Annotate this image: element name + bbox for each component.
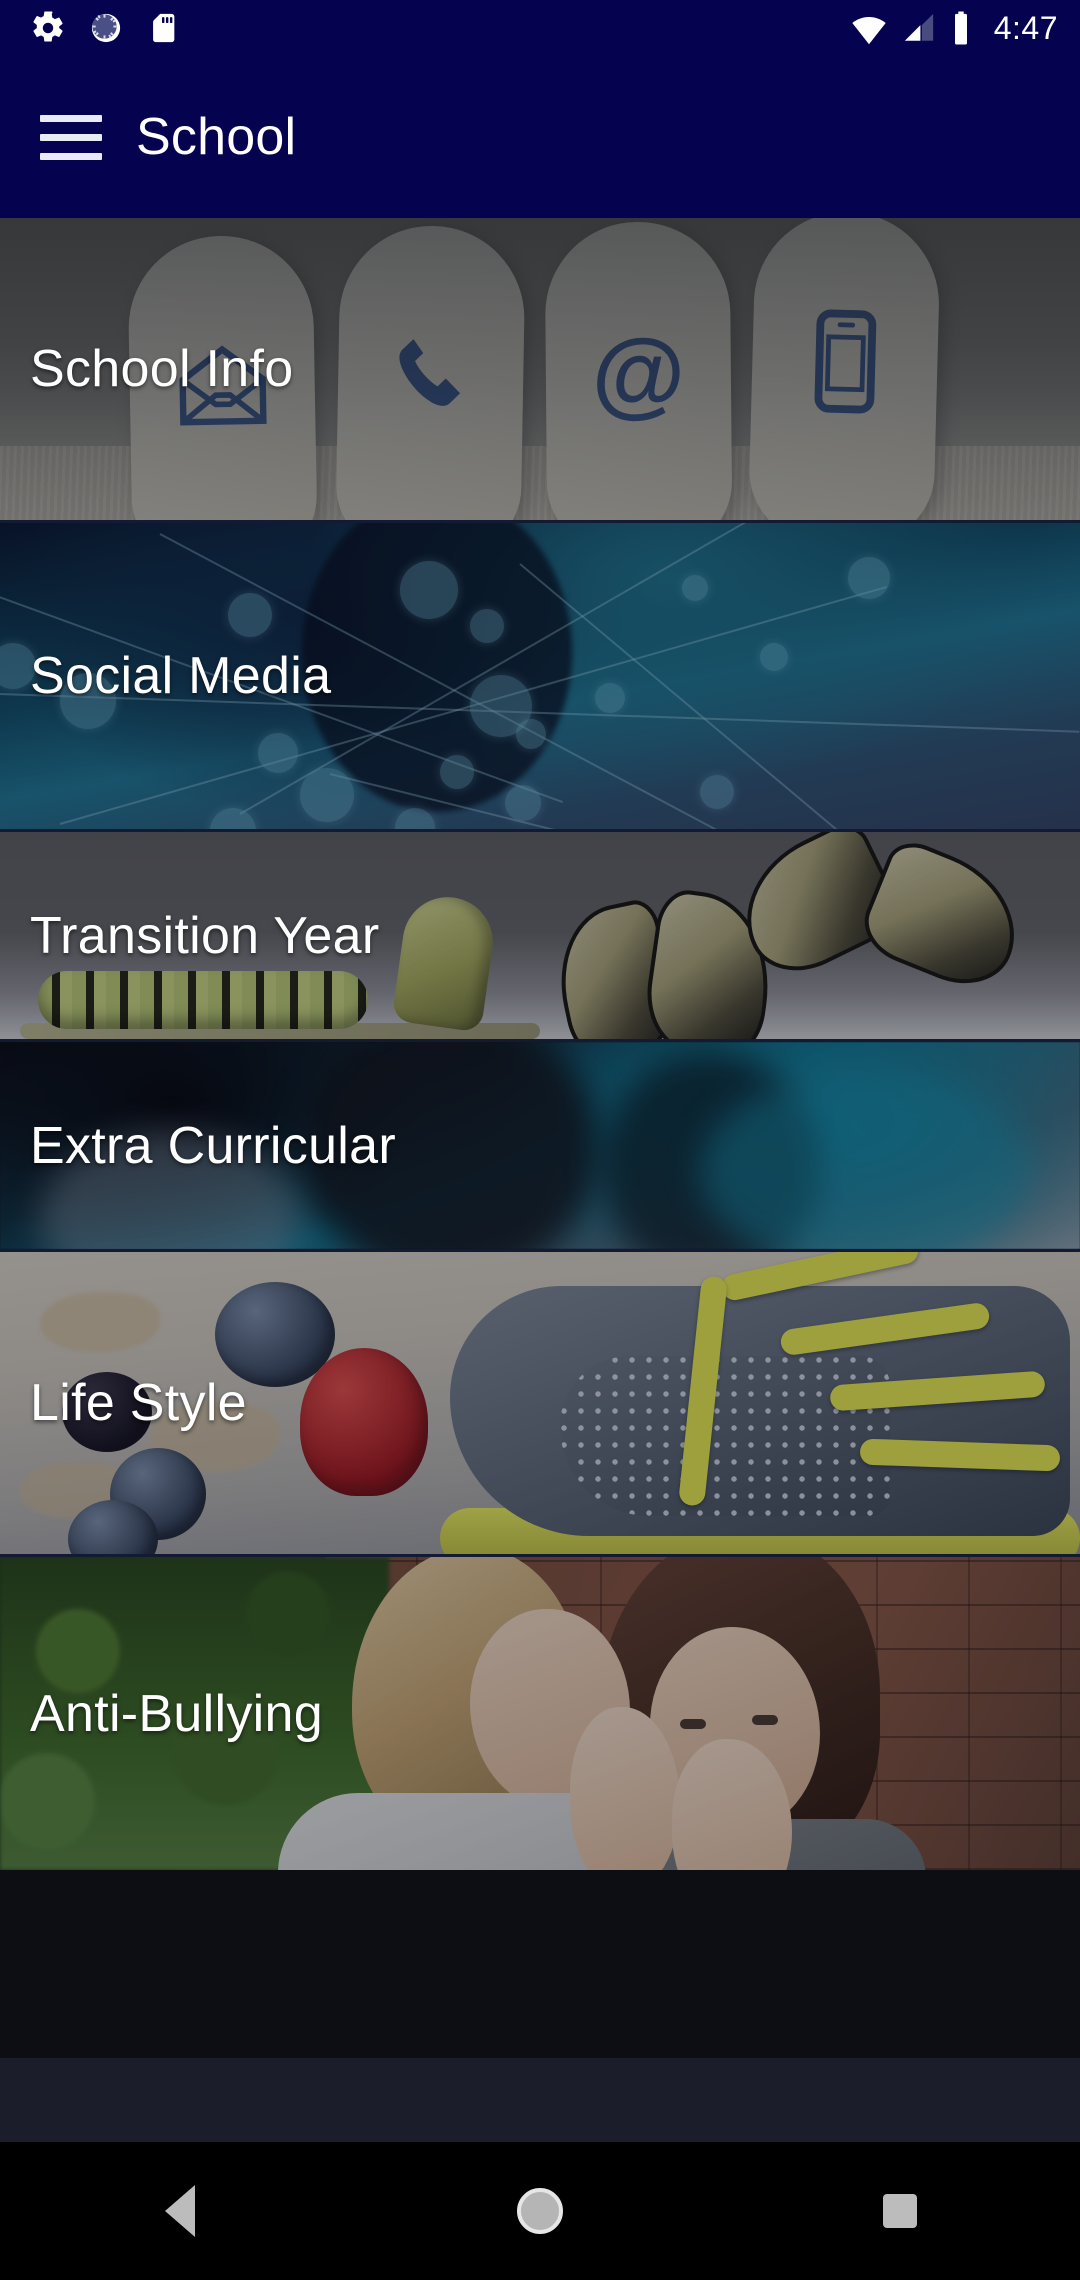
cellular-signal-icon [904, 13, 933, 41]
card-transition-year[interactable]: Transition Year [0, 832, 1080, 1042]
bottom-filler-strip [0, 2058, 1080, 2142]
settings-gear-icon [33, 11, 63, 42]
status-bar-left-icons [30, 10, 180, 46]
battery-full-icon [954, 11, 967, 45]
page-title: School [136, 108, 297, 166]
app-bar: School [0, 56, 1080, 218]
card-school-info[interactable]: @ School Info [0, 218, 1080, 523]
recents-square-icon [883, 2194, 917, 2228]
app-screen: 4:47 School School Info Social Media Tra… [0, 0, 1080, 2280]
card-label-extra-curricular: Extra Curricular [30, 1116, 396, 1175]
menu-card-list: @ School Info [0, 218, 1080, 2058]
card-label-social-media: Social Media [30, 647, 332, 705]
card-label-anti-bullying: Anti-Bullying [30, 1684, 323, 1743]
home-circle-icon [517, 2188, 563, 2234]
back-triangle-icon [165, 2185, 195, 2237]
sync-progress-icon [91, 13, 121, 43]
status-bar-right-icons: 4:47 [850, 10, 1058, 47]
hamburger-menu-icon[interactable] [36, 109, 106, 165]
card-anti-bullying[interactable]: Anti-Bullying [0, 1557, 1080, 1870]
sd-card-icon [153, 13, 175, 43]
hamburger-line [40, 152, 102, 160]
status-bar: 4:47 [0, 0, 1080, 56]
nav-recents-button[interactable] [840, 2151, 960, 2271]
card-label-school-info: School Info [30, 340, 294, 398]
nav-home-button[interactable] [480, 2151, 600, 2271]
card-extra-curricular[interactable]: Extra Curricular [0, 1042, 1080, 1252]
hamburger-line [40, 114, 102, 122]
card-label-life-style: Life Style [30, 1374, 247, 1432]
card-life-style[interactable]: Life Style [0, 1252, 1080, 1557]
card-label-transition-year: Transition Year [30, 906, 380, 965]
status-bar-clock: 4:47 [993, 9, 1058, 46]
nav-back-button[interactable] [120, 2151, 240, 2271]
wifi-icon [852, 17, 886, 45]
card-social-media[interactable]: Social Media [0, 523, 1080, 832]
system-navigation-bar [0, 2142, 1080, 2280]
hamburger-line [40, 133, 102, 141]
